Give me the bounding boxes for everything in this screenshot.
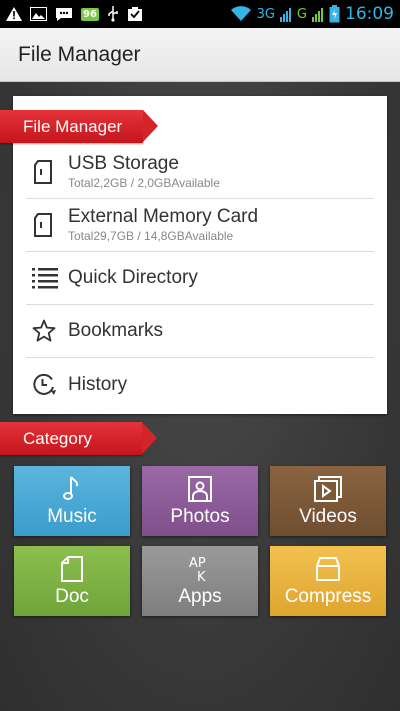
file-manager-section-label: File Manager <box>0 110 158 143</box>
sd-card-icon <box>26 159 68 185</box>
category-section-label: Category <box>0 422 157 455</box>
history-icon <box>26 373 68 397</box>
bookmarks-label: Bookmarks <box>68 320 164 341</box>
apk-icon-text: AP K <box>189 556 206 583</box>
main-content: File Manager USB Storage Total2,2GB / 2,… <box>0 82 400 711</box>
status-system: 3G G 16:09 <box>230 4 394 24</box>
apps-tile[interactable]: AP K Apps <box>142 546 258 616</box>
clock: 16:09 <box>345 4 394 24</box>
app-title: File Manager <box>18 42 141 66</box>
photos-label: Photos <box>170 506 230 527</box>
file-manager-list: USB Storage Total2,2GB / 2,0GBAvailable … <box>26 146 374 411</box>
music-label: Music <box>47 506 97 527</box>
usb-storage-capacity: Total2,2GB / 2,0GBAvailable <box>68 176 220 190</box>
signal-icon-blue <box>279 5 292 23</box>
network-g-label: G <box>296 6 307 22</box>
status-bar: 96 3G G 16:09 <box>0 0 400 28</box>
external-memory-card-label: External Memory Card <box>68 206 259 227</box>
compress-label: Compress <box>284 586 372 607</box>
message-icon <box>55 5 73 23</box>
wifi-icon <box>230 5 252 23</box>
compress-tile[interactable]: Compress <box>270 546 386 616</box>
sd-card-icon <box>26 212 68 238</box>
doc-icon <box>61 554 83 584</box>
photo-icon <box>188 474 212 504</box>
archive-icon <box>314 554 342 584</box>
quick-directory-label: Quick Directory <box>68 267 198 288</box>
videos-label: Videos <box>299 506 357 527</box>
file-manager-panel: File Manager USB Storage Total2,2GB / 2,… <box>0 96 387 414</box>
action-bar: File Manager <box>0 28 400 82</box>
quick-directory-item[interactable]: Quick Directory <box>26 252 374 305</box>
music-tile[interactable]: Music <box>14 466 130 536</box>
doc-label: Doc <box>55 586 89 607</box>
video-icon <box>314 474 342 504</box>
clipboard-icon <box>127 5 143 23</box>
battery-badge: 96 <box>81 7 99 21</box>
status-notifications: 96 <box>6 5 143 23</box>
bookmarks-item[interactable]: Bookmarks <box>26 305 374 358</box>
usb-storage-label: USB Storage <box>68 153 179 174</box>
battery-badge-icon: 96 <box>81 5 99 23</box>
external-memory-card-item[interactable]: External Memory Card Total29,7GB / 14,8G… <box>26 199 374 252</box>
list-icon <box>26 267 68 289</box>
usb-storage-item[interactable]: USB Storage Total2,2GB / 2,0GBAvailable <box>26 146 374 199</box>
apps-label: Apps <box>178 586 222 607</box>
star-icon <box>26 319 68 343</box>
signal-icon-green <box>312 5 324 23</box>
videos-tile[interactable]: Videos <box>270 466 386 536</box>
photos-tile[interactable]: Photos <box>142 466 258 536</box>
history-item[interactable]: History <box>26 358 374 411</box>
apk-icon: AP K <box>185 554 215 584</box>
image-icon <box>30 5 47 23</box>
doc-tile[interactable]: Doc <box>14 546 130 616</box>
music-icon <box>62 474 82 504</box>
warning-icon <box>6 5 22 23</box>
history-label: History <box>68 373 128 395</box>
network-3g-label: 3G <box>256 6 275 22</box>
external-memory-card-capacity: Total29,7GB / 14,8GBAvailable <box>68 229 234 243</box>
battery-icon <box>329 5 340 23</box>
usb-icon <box>107 5 119 23</box>
